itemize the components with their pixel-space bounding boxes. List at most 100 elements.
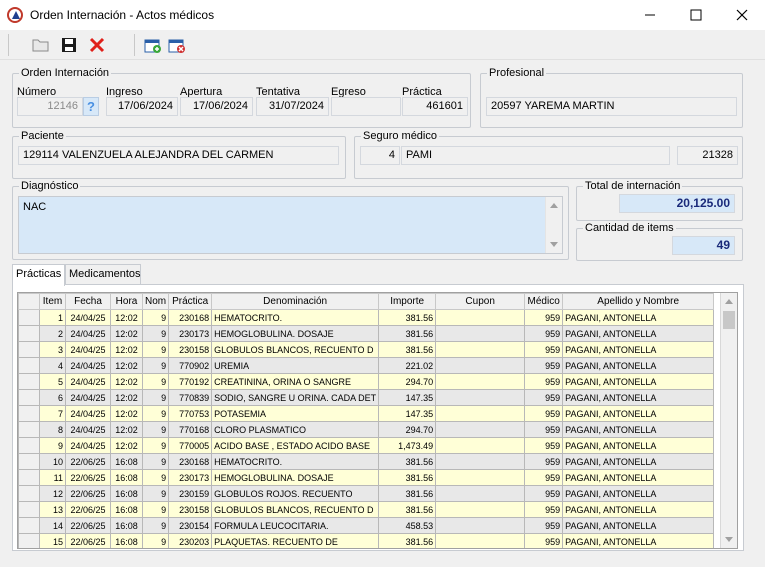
table-row[interactable]: 14 22/06/25 16:08 9 230154 FORMULA LEUCOCITAR… xyxy=(18,517,715,534)
diagnostico-textarea[interactable]: NAC xyxy=(18,196,563,254)
maximize-button[interactable] xyxy=(673,0,719,30)
table-row[interactable]: 12 22/06/25 16:08 9 230159 GLOBULOS ROJOS. RE… xyxy=(18,485,715,502)
cell-fecha: 24/04/25 xyxy=(65,373,111,390)
egreso-field[interactable] xyxy=(331,97,401,116)
cell-nom: 9 xyxy=(141,469,170,486)
cell-practica: 230158 xyxy=(168,501,213,518)
table-row[interactable]: 1 24/04/25 12:02 9 230168 HEMATOCRITO. 381.56 9… xyxy=(18,309,715,326)
table-row[interactable]: 6 24/04/25 12:02 9 770839 SODIO, SANGRE U ORI… xyxy=(18,389,715,406)
delete-button[interactable] xyxy=(86,34,108,56)
practicas-grid[interactable]: Item Fecha Hora Nom Práctica Denominació… xyxy=(17,292,738,549)
close-button[interactable] xyxy=(719,0,765,30)
scroll-up-icon[interactable] xyxy=(550,203,558,208)
cell-item: 10 xyxy=(39,453,66,470)
calendar-add-button[interactable] xyxy=(142,34,164,56)
grid-scroll-down-icon[interactable] xyxy=(725,537,733,542)
seguro-numero-field[interactable]: 21328 xyxy=(677,146,738,165)
row-indicator[interactable] xyxy=(18,309,40,326)
cell-item: 5 xyxy=(39,373,66,390)
row-indicator[interactable] xyxy=(18,437,40,454)
cell-apellido-nombre: PAGANI, ANTONELLA xyxy=(562,453,715,470)
grid-indicator-header xyxy=(18,293,40,310)
row-indicator[interactable] xyxy=(18,341,40,358)
col-header-nom[interactable]: Nom xyxy=(141,293,170,310)
cell-denominacion: ACIDO BASE , ESTADO ACIDO BASE xyxy=(211,437,380,454)
row-indicator[interactable] xyxy=(18,485,40,502)
cell-fecha: 24/04/25 xyxy=(65,325,111,342)
calendar-remove-button[interactable] xyxy=(166,34,188,56)
cell-importe: 381.56 xyxy=(378,469,437,486)
profesional-field[interactable]: 20597 YAREMA MARTIN xyxy=(486,97,737,116)
col-header-apellido-nombre[interactable]: Apellido y Nombre xyxy=(562,293,715,310)
table-row[interactable]: 15 22/06/25 16:08 9 230203 PLAQUETAS. RECUENT… xyxy=(18,533,715,548)
diagnostico-scrollbar[interactable] xyxy=(545,197,562,253)
cell-importe: 294.70 xyxy=(378,421,437,438)
table-row[interactable]: 3 24/04/25 12:02 9 230158 GLOBULOS BLANCOS, R… xyxy=(18,341,715,358)
col-header-denominacion[interactable]: Denominación xyxy=(211,293,380,310)
seguro-codigo-field[interactable]: 4 xyxy=(360,146,400,165)
cell-hora: 12:02 xyxy=(110,325,143,342)
cell-practica: 770005 xyxy=(168,437,213,454)
row-indicator[interactable] xyxy=(18,357,40,374)
cell-apellido-nombre: PAGANI, ANTONELLA xyxy=(562,373,715,390)
help-question-icon[interactable]: ? xyxy=(83,97,99,116)
cell-medico: 959 xyxy=(524,309,564,326)
table-row[interactable]: 7 24/04/25 12:02 9 770753 POTASEMIA 147.35 959 P… xyxy=(18,405,715,422)
seguro-nombre-field[interactable]: PAMI xyxy=(401,146,670,165)
table-row[interactable]: 9 24/04/25 12:02 9 770005 ACIDO BASE , ESTADO… xyxy=(18,437,715,454)
col-header-cupon[interactable]: Cupon xyxy=(435,293,526,310)
table-row[interactable]: 4 24/04/25 12:02 9 770902 UREMIA 221.02 959 PAGA… xyxy=(18,357,715,374)
minimize-button[interactable] xyxy=(627,0,673,30)
cell-nom: 9 xyxy=(141,533,170,548)
row-indicator[interactable] xyxy=(18,325,40,342)
row-indicator[interactable] xyxy=(18,373,40,390)
row-indicator[interactable] xyxy=(18,501,40,518)
app-logo-icon xyxy=(7,7,23,23)
cell-practica: 230173 xyxy=(168,325,213,342)
col-header-item[interactable]: Item xyxy=(39,293,66,310)
cell-medico: 959 xyxy=(524,357,564,374)
row-indicator[interactable] xyxy=(18,453,40,470)
paciente-field[interactable]: 129114 VALENZUELA ALEJANDRA DEL CARMEN xyxy=(18,146,339,165)
row-indicator[interactable] xyxy=(18,533,40,548)
row-indicator[interactable] xyxy=(18,405,40,422)
cell-medico: 959 xyxy=(524,437,564,454)
row-indicator[interactable] xyxy=(18,389,40,406)
cell-cupon xyxy=(435,485,526,502)
table-row[interactable]: 13 22/06/25 16:08 9 230158 GLOBULOS BLANCOS, … xyxy=(18,501,715,518)
cell-hora: 12:02 xyxy=(110,341,143,358)
cell-hora: 16:08 xyxy=(110,533,143,548)
apertura-field[interactable]: 17/06/2024 xyxy=(180,97,253,116)
col-header-fecha[interactable]: Fecha xyxy=(65,293,111,310)
table-row[interactable]: 10 22/06/25 16:08 9 230168 HEMATOCRITO. 381.56… xyxy=(18,453,715,470)
cantidad-label: Cantidad de items xyxy=(583,221,676,235)
table-row[interactable]: 8 24/04/25 12:02 9 770168 CLORO PLASMATICO 294… xyxy=(18,421,715,438)
open-button[interactable] xyxy=(30,34,52,56)
cell-cupon xyxy=(435,469,526,486)
grid-scrollbar[interactable] xyxy=(720,293,737,548)
tentativa-field[interactable]: 31/07/2024 xyxy=(256,97,329,116)
cell-nom: 9 xyxy=(141,453,170,470)
row-indicator[interactable] xyxy=(18,421,40,438)
col-header-importe[interactable]: Importe xyxy=(378,293,437,310)
cell-hora: 16:08 xyxy=(110,469,143,486)
scroll-down-icon[interactable] xyxy=(550,242,558,247)
col-header-medico[interactable]: Médico xyxy=(524,293,564,310)
tab-practicas[interactable]: Prácticas xyxy=(12,264,65,286)
cell-importe: 381.56 xyxy=(378,341,437,358)
ingreso-field[interactable]: 17/06/2024 xyxy=(106,97,178,116)
save-button[interactable] xyxy=(58,34,80,56)
row-indicator[interactable] xyxy=(18,469,40,486)
col-header-practica[interactable]: Práctica xyxy=(168,293,213,310)
table-row[interactable]: 11 22/06/25 16:08 9 230173 HEMOGLOBULINA. DOS… xyxy=(18,469,715,486)
table-row[interactable]: 2 24/04/25 12:02 9 230173 HEMOGLOBULINA. DOSA… xyxy=(18,325,715,342)
tab-medicamentos[interactable]: Medicamentos xyxy=(65,264,141,285)
numero-field[interactable]: 12146 xyxy=(17,97,83,116)
col-header-hora[interactable]: Hora xyxy=(110,293,143,310)
row-indicator[interactable] xyxy=(18,517,40,534)
table-row[interactable]: 5 24/04/25 12:02 9 770192 CREATININA, ORINA O… xyxy=(18,373,715,390)
cell-denominacion: CLORO PLASMATICO xyxy=(211,421,380,438)
grid-scroll-up-icon[interactable] xyxy=(725,299,733,304)
grid-scroll-thumb[interactable] xyxy=(723,311,735,329)
practica-field[interactable]: 461601 xyxy=(402,97,468,116)
